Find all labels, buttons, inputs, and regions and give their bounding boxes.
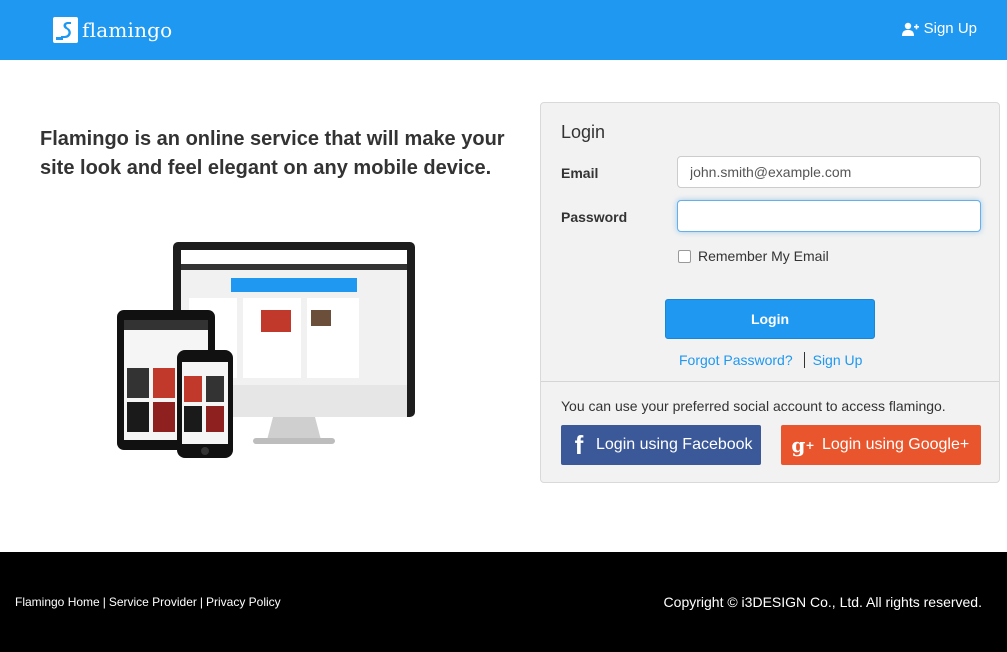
panel-divider — [541, 381, 999, 382]
social-login-note: You can use your preferred social accoun… — [561, 398, 946, 414]
footer-link-home[interactable]: Flamingo Home — [15, 595, 100, 609]
password-label: Password — [561, 209, 628, 225]
footer-link-privacy-policy[interactable]: Privacy Policy — [206, 595, 281, 609]
login-button[interactable]: Login — [665, 299, 875, 339]
top-navbar: flamingo Sign Up — [0, 0, 1007, 60]
remember-email-label: Remember My Email — [698, 248, 829, 264]
copyright-text: Copyright © i3DESIGN Co., Ltd. All right… — [663, 594, 982, 610]
remember-email-checkbox[interactable] — [678, 249, 691, 263]
facebook-icon: f — [574, 429, 584, 460]
header-signup-label: Sign Up — [923, 20, 977, 37]
google-login-button[interactable]: g + Login using Google+ — [781, 425, 981, 465]
login-title: Login — [561, 122, 606, 142]
password-field[interactable] — [677, 200, 981, 232]
devices-illustration — [117, 242, 415, 458]
panel-signup-link[interactable]: Sign Up — [813, 352, 863, 368]
footer-link-service-provider[interactable]: Service Provider — [109, 595, 197, 609]
add-user-icon — [901, 22, 919, 36]
facebook-login-label: Login using Facebook — [596, 436, 753, 453]
brand-logo[interactable]: flamingo — [53, 17, 172, 43]
remember-email[interactable]: Remember My Email — [678, 248, 829, 264]
login-panel: Login Email Password Remember My Email L… — [540, 102, 1000, 483]
hero-tagline: Flamingo is an online service that will … — [40, 128, 505, 179]
footer: Flamingo Home | Service Provider | Priva… — [0, 552, 1007, 652]
flamingo-logo-icon — [53, 17, 78, 43]
brand-name: flamingo — [82, 18, 173, 42]
header-signup-link[interactable]: Sign Up — [901, 20, 977, 37]
google-login-label: Login using Google+ — [822, 436, 970, 453]
footer-separator: | — [199, 595, 203, 609]
email-label: Email — [561, 165, 599, 181]
login-links: Forgot Password? Sign Up — [679, 352, 862, 368]
google-plus-icon: g + — [791, 433, 815, 457]
links-divider — [803, 352, 805, 368]
forgot-password-link[interactable]: Forgot Password? — [679, 352, 793, 368]
facebook-login-button[interactable]: f Login using Facebook — [561, 425, 761, 465]
email-field[interactable] — [677, 156, 981, 188]
footer-links: Flamingo Home | Service Provider | Priva… — [15, 595, 281, 609]
footer-separator: | — [102, 595, 106, 609]
